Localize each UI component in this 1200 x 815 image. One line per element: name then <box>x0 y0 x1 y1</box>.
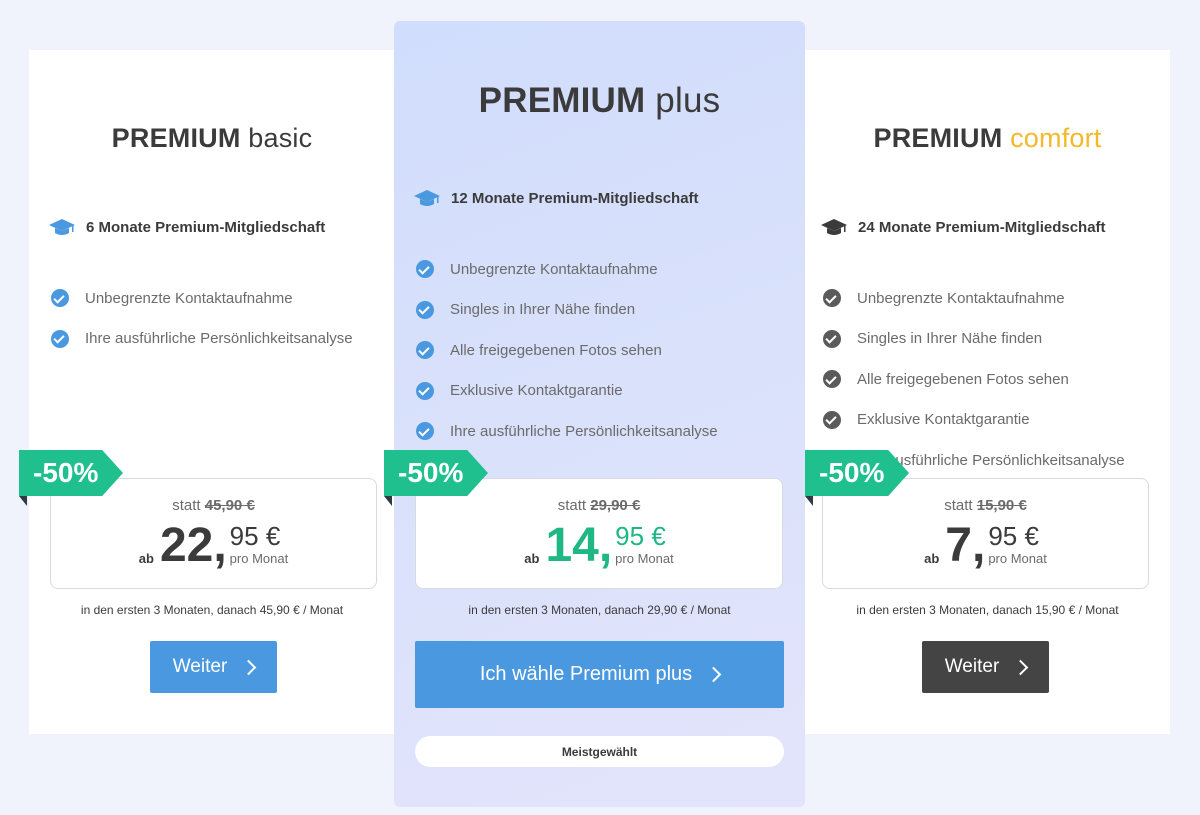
check-icon <box>416 300 434 319</box>
feature-item: Singles in Ihrer Nähe finden <box>416 290 718 331</box>
membership-duration: 24 Monate Premium-Mitgliedschaft <box>820 217 1106 237</box>
badge-fold <box>19 496 27 506</box>
membership-label: 24 Monate Premium-Mitgliedschaft <box>858 218 1106 236</box>
check-icon <box>416 381 434 400</box>
feature-item: Ihre ausführliche Persönlichkeitsanalyse <box>51 319 353 360</box>
feature-item: Unbegrenzte Kontaktaufnahme <box>51 278 353 319</box>
feature-item: Alle freigegebenen Fotos sehen <box>823 359 1125 400</box>
price-box: statt 29,90 € ab 14, 95 € pro Monat <box>415 478 783 589</box>
check-icon <box>51 289 69 308</box>
current-price: ab 22, 95 € pro Monat <box>138 519 289 572</box>
current-price: ab 14, 95 € pro Monat <box>524 519 674 572</box>
membership-duration: 6 Monate Premium-Mitgliedschaft <box>48 217 325 237</box>
old-price: statt 15,90 € <box>944 497 1027 514</box>
discount-badge: -50% <box>805 450 909 496</box>
continue-button-comfort[interactable]: Weiter <box>922 641 1049 693</box>
plan-title: PREMIUM basic <box>111 123 313 153</box>
feature-item: Unbegrenzte Kontaktaufnahme <box>823 278 1125 319</box>
feature-item: Unbegrenzte Kontaktaufnahme <box>416 249 718 290</box>
plan-title: PREMIUM plus <box>478 81 721 120</box>
check-icon <box>823 370 841 389</box>
current-price: ab 7, 95 € pro Monat <box>924 519 1047 572</box>
most-chosen-badge: Meistgewählt <box>415 736 784 767</box>
old-price: statt 29,90 € <box>557 497 641 514</box>
chevron-right-icon <box>1013 659 1029 675</box>
check-icon <box>416 260 434 279</box>
check-icon <box>823 329 841 348</box>
price-note: in den ersten 3 Monaten, danach 29,90 € … <box>468 603 731 617</box>
discount-badge: -50% <box>384 450 488 496</box>
feature-list: Unbegrenzte Kontaktaufnahme Singles in I… <box>416 249 718 452</box>
feature-item: Exklusive Kontaktgarantie <box>823 400 1125 441</box>
old-price: statt 45,90 € <box>172 497 255 514</box>
membership-label: 12 Monate Premium-Mitgliedschaft <box>451 189 699 207</box>
check-icon <box>823 289 841 308</box>
plan-card-basic: PREMIUM basic 6 Monate Premium-Mitglieds… <box>19 50 395 734</box>
check-icon <box>51 329 69 348</box>
chevron-right-icon <box>705 666 722 683</box>
price-note: in den ersten 3 Monaten, danach 45,90 € … <box>80 603 344 617</box>
continue-button-basic[interactable]: Weiter <box>150 641 277 693</box>
feature-item: Alle freigegebenen Fotos sehen <box>416 330 718 371</box>
graduation-cap-icon <box>821 219 847 235</box>
graduation-cap-icon <box>49 219 75 235</box>
feature-item: Ihre ausführliche Persönlichkeitsanalyse <box>416 411 718 452</box>
plan-card-plus: PREMIUM plus 12 Monate Premium-Mitglieds… <box>384 21 805 807</box>
membership-label: 6 Monate Premium-Mitgliedschaft <box>86 218 326 236</box>
membership-duration: 12 Monate Premium-Mitgliedschaft <box>413 188 699 208</box>
badge-fold <box>805 496 813 506</box>
discount-badge: -50% <box>19 450 123 496</box>
graduation-cap-icon <box>414 190 440 206</box>
check-icon <box>823 410 841 429</box>
chevron-right-icon <box>241 659 257 675</box>
check-icon <box>416 341 434 360</box>
plan-title: PREMIUM comfort <box>873 123 1102 153</box>
choose-premium-plus-button[interactable]: Ich wähle Premium plus <box>415 641 784 708</box>
feature-item: Exklusive Kontaktgarantie <box>416 371 718 412</box>
check-icon <box>416 422 434 441</box>
price-note: in den ersten 3 Monaten, danach 15,90 € … <box>856 603 1119 617</box>
plan-card-comfort: PREMIUM comfort 24 Monate Premium-Mitgli… <box>805 50 1170 734</box>
feature-list: Unbegrenzte Kontaktaufnahme Ihre ausführ… <box>51 278 353 359</box>
feature-item: Singles in Ihrer Nähe finden <box>823 319 1125 360</box>
